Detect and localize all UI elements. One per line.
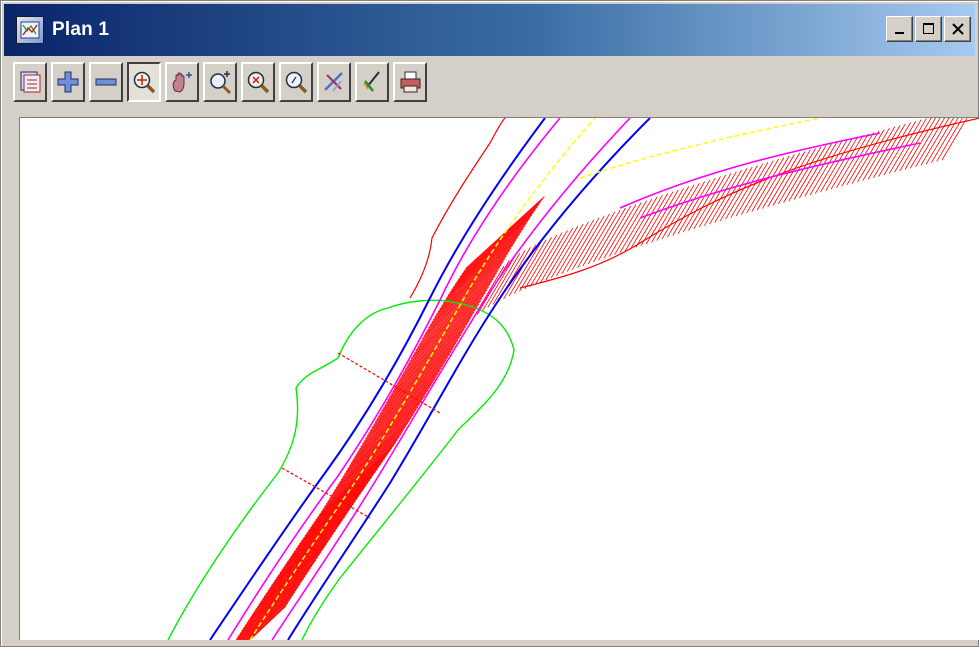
zoom-extents-button[interactable] xyxy=(127,62,161,102)
hatch-line xyxy=(295,479,371,550)
pen-pick-icon xyxy=(363,71,380,92)
hatch-line xyxy=(577,213,610,269)
hatch-line xyxy=(290,487,365,558)
hatch-line xyxy=(725,165,758,220)
hand-pan-icon xyxy=(172,72,192,93)
plan-window: Plan 1 xyxy=(0,0,979,647)
hatch-line xyxy=(640,191,674,246)
window-controls xyxy=(886,16,971,42)
minimize-icon xyxy=(894,32,904,34)
hatch-line xyxy=(246,554,320,624)
hatch-line xyxy=(635,193,669,248)
hatch-line xyxy=(682,177,716,233)
cut-fill-hatching xyxy=(235,118,968,640)
zoom-window-button[interactable] xyxy=(203,62,237,102)
hatch-line xyxy=(299,473,375,545)
left-kerb-line xyxy=(227,118,561,640)
hatch-line xyxy=(255,540,329,611)
printer-icon xyxy=(400,71,421,93)
hatch-line xyxy=(719,166,753,222)
minimize-button[interactable] xyxy=(886,16,913,42)
title-bar[interactable]: Plan 1 xyxy=(4,4,975,56)
hatch-line xyxy=(587,209,621,265)
hatch-line xyxy=(656,186,690,241)
left-carriageway-edge xyxy=(209,118,546,640)
hatch-line xyxy=(630,194,663,250)
zoom-previous-button[interactable] xyxy=(241,62,275,102)
pan-button[interactable] xyxy=(165,62,199,102)
minus-icon xyxy=(95,78,117,86)
window-title: Plan 1 xyxy=(52,19,110,40)
close-icon xyxy=(951,23,964,35)
hatch-line xyxy=(651,188,684,243)
hatch-line xyxy=(688,176,721,231)
hatch-line xyxy=(730,163,764,218)
hatch-line xyxy=(263,527,338,597)
hatch-line xyxy=(598,205,632,261)
hatch-line xyxy=(608,202,642,257)
road-alignment-plan xyxy=(20,118,979,640)
hatch-line xyxy=(667,182,700,238)
hatch-line xyxy=(941,118,968,161)
print-button[interactable] xyxy=(393,62,427,102)
plan-view-canvas[interactable] xyxy=(19,117,979,640)
zoom-cross-icon xyxy=(247,71,270,94)
zoom-in-button[interactable] xyxy=(51,62,85,102)
clear-cross-icon xyxy=(324,72,343,92)
hatch-line xyxy=(277,505,353,576)
hatch-line xyxy=(698,173,732,228)
zoom-plus-icon xyxy=(210,71,232,95)
hatch-line xyxy=(561,219,595,275)
hatch-line xyxy=(269,519,344,589)
hatch-line xyxy=(566,217,600,272)
hatch-line xyxy=(693,174,727,230)
plus-icon xyxy=(57,71,79,93)
maximize-icon xyxy=(922,23,934,34)
hatch-line xyxy=(251,546,326,616)
hatch-line xyxy=(614,200,647,255)
hatch-line xyxy=(746,158,779,214)
hatch-line xyxy=(242,559,317,629)
hatch-line xyxy=(556,221,589,277)
hatch-line xyxy=(281,500,356,571)
zoom-pick-icon xyxy=(285,71,308,94)
hatch-line xyxy=(308,460,384,531)
hatch-line xyxy=(286,492,362,563)
hatch-line xyxy=(751,157,785,212)
zoom-pick-button[interactable] xyxy=(279,62,313,102)
hatch-line xyxy=(550,223,584,279)
close-button[interactable] xyxy=(944,16,971,42)
plan-window-icon[interactable] xyxy=(16,16,44,44)
hatch-line xyxy=(571,215,605,270)
right-carriageway-edge xyxy=(287,118,651,640)
zoom-extents-icon xyxy=(133,71,156,94)
clear-button[interactable] xyxy=(317,62,351,102)
hatch-line xyxy=(714,168,748,223)
right-kerb-line xyxy=(271,118,921,640)
zoom-out-button[interactable] xyxy=(89,62,123,102)
hatch-line xyxy=(619,198,653,254)
hatch-line xyxy=(272,514,347,584)
plot-view-button[interactable] xyxy=(13,62,47,102)
hatch-line xyxy=(260,532,335,603)
hatch-line xyxy=(661,184,695,240)
cut-boundary-line xyxy=(409,118,979,299)
hatch-line xyxy=(304,466,380,537)
maximize-button[interactable] xyxy=(915,16,942,42)
pick-button[interactable] xyxy=(355,62,389,102)
plan-toolbar xyxy=(13,62,427,110)
hatch-line xyxy=(545,225,579,281)
plot-view-icon xyxy=(20,71,41,93)
hatch-line xyxy=(582,211,616,267)
hatch-line xyxy=(603,204,637,259)
